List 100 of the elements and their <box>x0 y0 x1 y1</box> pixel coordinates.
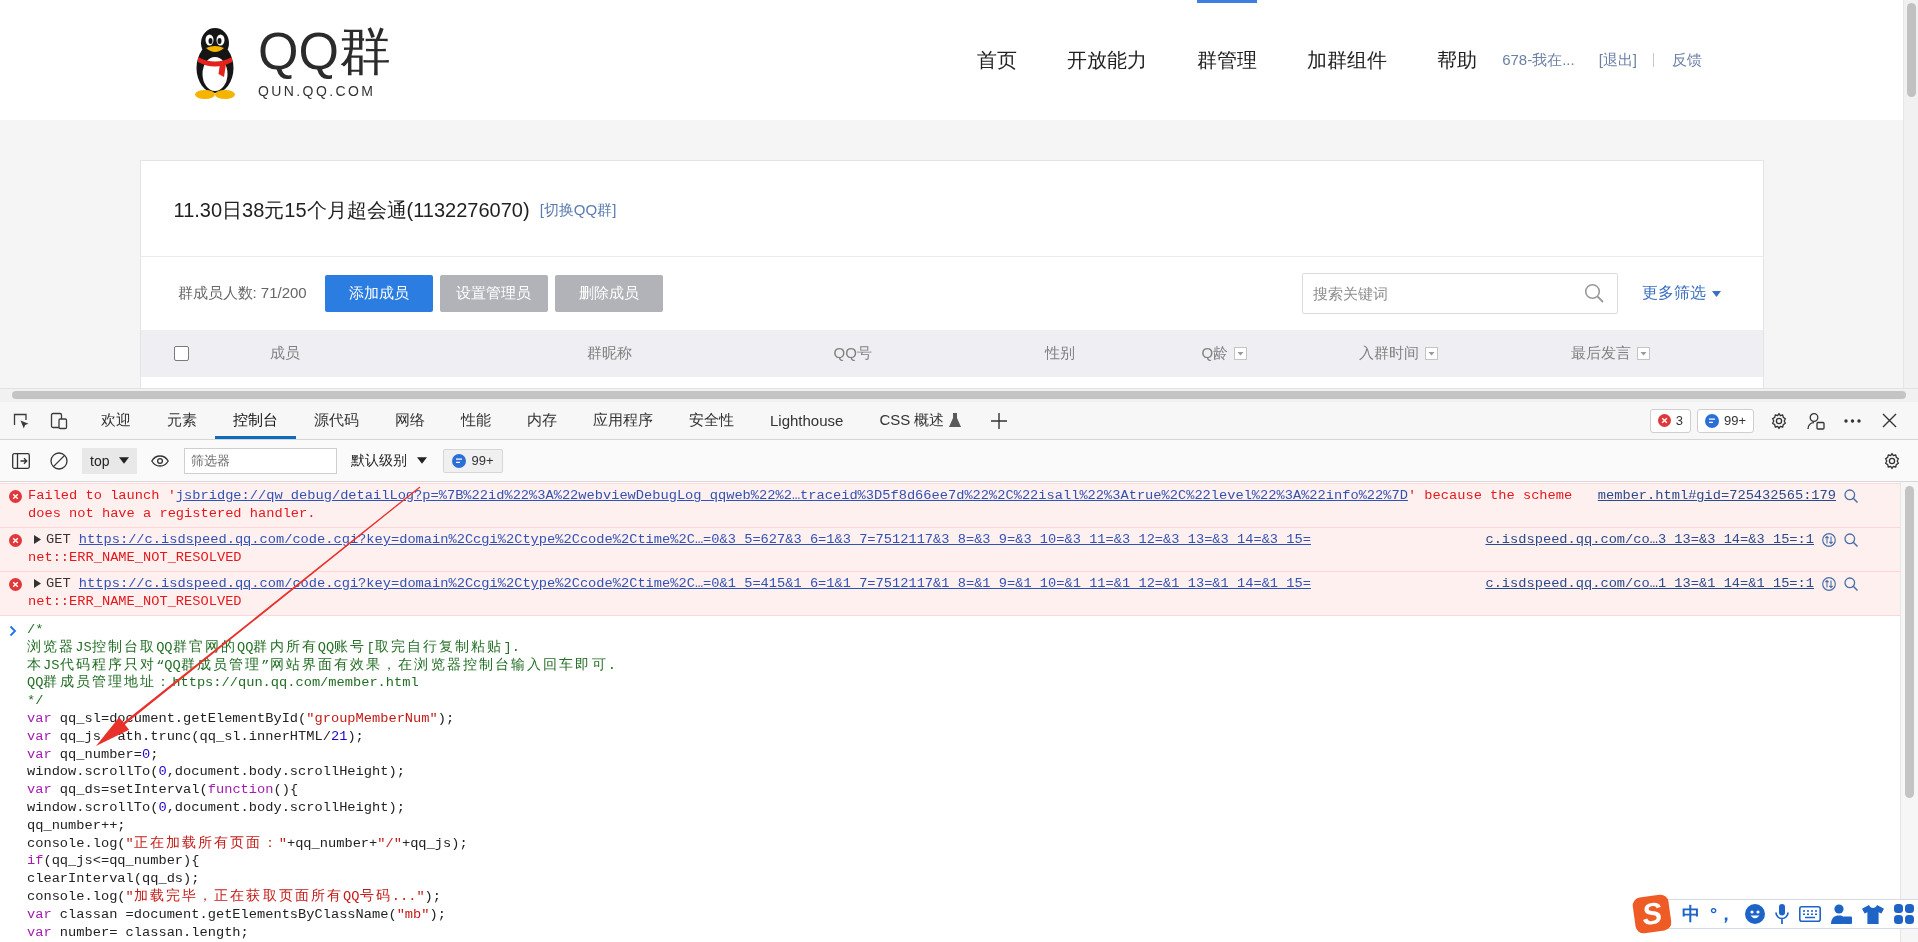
search-icon[interactable] <box>1844 489 1858 503</box>
error-icon <box>9 577 22 591</box>
caret-icon <box>1711 290 1721 297</box>
code-line: var number= classan.length; <box>27 923 249 942</box>
sidebar-icon[interactable] <box>12 452 30 469</box>
caret-icon <box>119 457 130 464</box>
devices-icon[interactable] <box>50 411 68 430</box>
code-line: /* <box>27 621 44 639</box>
expand-triangle-icon[interactable] <box>34 535 41 544</box>
devtools-tab[interactable]: CSS 概述 <box>861 402 980 439</box>
person-icon[interactable] <box>1806 411 1825 430</box>
nav-link[interactable]: 开放能力 <box>1067 0 1148 120</box>
source-link[interactable]: c.isdspeed.qq.com/co…1_13=&1_14=&1_15=:1 <box>1485 575 1814 593</box>
code-line: window.scrollTo(0,document.body.scrollHeight); <box>27 798 405 817</box>
scrollbar-thumb[interactable] <box>1905 486 1914 798</box>
message-counter[interactable]: 99+ <box>1696 408 1754 433</box>
dropdown-square-icon[interactable] <box>1424 347 1438 360</box>
settings-icon[interactable] <box>1769 411 1788 430</box>
search-icon[interactable] <box>1583 283 1604 303</box>
code-line: var qq_ds=setInterval(function(){ <box>27 781 299 799</box>
level-select[interactable]: 默认级别 <box>351 451 428 470</box>
more-filters-link[interactable]: 更多筛选 <box>1641 283 1721 304</box>
column-header: 成员 <box>269 344 300 363</box>
message-icon <box>1704 413 1719 428</box>
group-title: 11.30日38元15个月超会通(1132276070) <box>173 197 530 223</box>
nav-link[interactable]: 加群组件 <box>1307 0 1388 120</box>
arrows-circle-icon[interactable] <box>1822 577 1836 591</box>
expand-triangle-icon[interactable] <box>34 579 41 588</box>
scrollbar[interactable] <box>1903 0 1918 388</box>
request-method: GET <box>46 576 71 591</box>
code-line: console.log("正在加载所有页面："+qq_number+"/"+qq_js); <box>27 834 468 853</box>
message-icon <box>452 453 467 468</box>
code-line: clearInterval(qq_ds); <box>27 870 200 888</box>
nav-link[interactable]: 首页 <box>977 0 1018 120</box>
source-link[interactable]: member.html#gid=725432565:179 <box>1597 487 1836 505</box>
error-status: net::ERR_NAME_NOT_RESOLVED <box>28 549 243 567</box>
switch-group-link[interactable]: [切换QQ群] <box>539 200 617 220</box>
devtools-tab[interactable]: 应用程序 <box>575 402 671 439</box>
scrollbar-thumb[interactable] <box>1907 3 1916 97</box>
devtools-tab[interactable]: 元素 <box>149 402 215 439</box>
microphone-icon[interactable] <box>1775 904 1790 924</box>
code-line: QQ群成员管理地址：https://qun.qq.com/member.html <box>27 674 419 693</box>
dropdown-square-icon[interactable] <box>1234 347 1248 360</box>
close-icon[interactable] <box>1882 413 1897 428</box>
dropdown-square-icon[interactable] <box>1636 347 1650 360</box>
select-all-checkbox[interactable] <box>173 346 189 361</box>
plus-icon[interactable] <box>991 412 1008 429</box>
error-status: net::ERR_NAME_NOT_RESOLVED <box>28 593 243 611</box>
devtools-tab[interactable]: 内存 <box>509 402 575 439</box>
error-icon <box>9 489 22 503</box>
more-icon[interactable] <box>1844 418 1861 423</box>
code-line: var qq_number=0; <box>27 745 159 764</box>
code-line: console.log("加载完毕，正在获取页面所有QQ号码..."); <box>27 887 442 906</box>
smiley-icon[interactable] <box>1745 904 1766 924</box>
devtools-tab[interactable]: 欢迎 <box>83 402 149 439</box>
caret-icon <box>417 457 428 464</box>
column-header: 性别 <box>1044 344 1075 363</box>
search-field[interactable]: 搜索关键词 <box>1301 273 1618 314</box>
eye-icon[interactable] <box>151 454 170 467</box>
person-icon[interactable] <box>1831 904 1853 924</box>
keyboard-icon[interactable] <box>1799 906 1822 922</box>
punctuation-toggle[interactable]: °， <box>1710 902 1736 926</box>
request-method: GET <box>46 532 71 547</box>
devtools-tab[interactable]: 性能 <box>443 402 509 439</box>
logout-link[interactable]: [退出] <box>1598 50 1637 70</box>
circle-slash-icon[interactable] <box>50 451 68 470</box>
error-counter[interactable]: 3 <box>1649 408 1691 433</box>
input-mode-toggle[interactable]: 中 <box>1682 902 1700 926</box>
toolbar-button[interactable]: 添加成员 <box>324 275 433 312</box>
search-icon[interactable] <box>1844 577 1858 591</box>
devtools-tab[interactable]: Lighthouse <box>752 402 862 439</box>
devtools-tab[interactable]: 源代码 <box>296 402 377 439</box>
devtools-tab[interactable]: 安全性 <box>671 402 752 439</box>
settings-icon[interactable] <box>1883 451 1901 470</box>
scrollbar[interactable] <box>0 388 1918 402</box>
grid-icon[interactable] <box>1894 904 1915 924</box>
user-name-link[interactable]: 678-我在... <box>1502 50 1575 70</box>
devtools-tab[interactable]: 网络 <box>377 402 443 439</box>
context-select[interactable]: top <box>82 447 138 474</box>
code-line: var qq_js <box>27 727 101 746</box>
inspect-icon[interactable] <box>12 411 30 430</box>
code-line: window.scrollTo(0,document.body.scrollHeight); <box>27 763 405 782</box>
filter-field[interactable]: 筛选器 <box>184 447 338 474</box>
shirt-icon[interactable] <box>1862 904 1885 924</box>
code-line: if(qq_js<=qq_number){ <box>27 852 200 871</box>
column-header: Q龄 <box>1201 344 1229 363</box>
prompt-chevron-icon <box>9 625 17 637</box>
issues-counter[interactable]: 99+ <box>443 448 503 473</box>
nav-link[interactable]: 帮助 <box>1437 0 1478 120</box>
source-link[interactable]: c.isdspeed.qq.com/co…3_13=&3_14=&3_15=:1 <box>1485 531 1814 549</box>
error-icon <box>9 533 22 547</box>
logo-text: QQ群 <box>258 25 391 77</box>
feedback-link[interactable]: 反馈 <box>1672 50 1702 70</box>
scrollbar-thumb[interactable] <box>12 391 1906 399</box>
member-count: 群成员人数: 71/200 <box>177 284 307 303</box>
column-header: 入群时间 <box>1358 344 1419 363</box>
scrollbar[interactable] <box>1900 482 1918 942</box>
arrows-circle-icon[interactable] <box>1822 533 1836 547</box>
search-icon[interactable] <box>1844 533 1858 547</box>
column-header: 最后发言 <box>1570 344 1631 363</box>
